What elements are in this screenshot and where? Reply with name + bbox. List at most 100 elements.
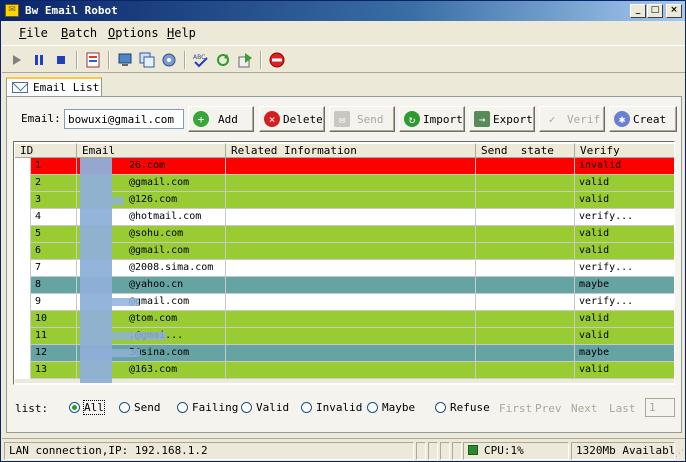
cell-id: 12 [31, 345, 77, 362]
pause-icon[interactable] [30, 51, 48, 69]
minimize-button[interactable]: _ [630, 4, 646, 18]
email-input[interactable]: bowuxi@gmail.com [64, 109, 184, 129]
row-selector[interactable] [15, 226, 31, 243]
filter-maybe-radio[interactable]: Maybe [367, 401, 415, 414]
cell-state [476, 243, 575, 260]
resize-grip-icon[interactable]: ⋰ [675, 449, 684, 459]
cell-info [226, 209, 476, 226]
stop-icon[interactable] [52, 51, 70, 69]
send-icon: ✉ [334, 111, 350, 127]
cell-state [476, 294, 575, 311]
row-selector[interactable] [15, 311, 31, 328]
row-selector[interactable] [15, 192, 31, 209]
row-selector[interactable] [15, 260, 31, 277]
menu-batch[interactable]: Batch [61, 26, 97, 40]
filter-invalid-label: Invalid [316, 401, 363, 414]
menu-file-label: ile [26, 26, 48, 40]
filter-all-radio[interactable]: All [69, 400, 105, 415]
cell-id: 13 [31, 362, 77, 379]
toolbar-separator [76, 51, 78, 69]
column-header-id[interactable]: ID [15, 143, 77, 158]
cell-verify: verify... [575, 294, 674, 311]
filter-failing-radio[interactable]: Failing [177, 401, 238, 414]
row-selector[interactable] [15, 158, 31, 175]
table-row[interactable]: 8 @yahoo.cn maybe [15, 277, 674, 294]
refresh-icon[interactable] [214, 51, 232, 69]
column-header-send-state[interactable]: Send state [476, 143, 575, 158]
pager-prev-button[interactable]: Prev [535, 402, 562, 415]
cell-id: 7 [31, 260, 77, 277]
report-icon[interactable] [84, 51, 102, 69]
cell-info [226, 311, 476, 328]
add-button[interactable]: + Add [188, 106, 254, 132]
table-row[interactable]: 1 26.com invalid [15, 158, 674, 175]
filter-refuse-radio[interactable]: Refuse [435, 401, 490, 414]
redaction-mask [112, 349, 140, 357]
filter-valid-radio[interactable]: Valid [241, 401, 289, 414]
row-selector[interactable] [15, 175, 31, 192]
settings-icon[interactable] [160, 51, 178, 69]
close-button[interactable]: × [666, 4, 682, 18]
cell-info [226, 260, 476, 277]
import-button[interactable]: ↻ Import [399, 106, 465, 132]
status-cpu: CPU:1% [463, 442, 569, 460]
create-button[interactable]: ✱ Creat [609, 106, 677, 132]
filter-invalid-radio[interactable]: Invalid [301, 401, 362, 414]
horizontal-scrollbar[interactable] [15, 379, 674, 383]
row-selector[interactable] [15, 277, 31, 294]
page-number-input[interactable]: 1 [645, 398, 675, 417]
app-window: ✉ Bw Email Robot _ □ × File Batch Option… [0, 0, 686, 462]
tab-email-list[interactable]: Email List [6, 77, 102, 97]
svg-text:ABC: ABC [193, 54, 205, 61]
radio-dot [241, 402, 252, 413]
block-icon[interactable] [268, 51, 286, 69]
play-icon[interactable] [8, 51, 26, 69]
filter-send-radio[interactable]: Send [119, 401, 161, 414]
copy-icon[interactable] [138, 51, 156, 69]
row-selector[interactable] [15, 345, 31, 362]
pager-last-button[interactable]: Last [609, 402, 636, 415]
maximize-button[interactable]: □ [647, 4, 663, 18]
table-row[interactable]: 10 @tom.com valid [15, 311, 674, 328]
table-row[interactable]: 2 @gmail.com valid [15, 175, 674, 192]
redaction-mask [112, 197, 124, 205]
export-button[interactable]: → Export [469, 106, 535, 132]
pager-first-button[interactable]: First [499, 402, 532, 415]
table-row[interactable]: 5 @sohu.com valid [15, 226, 674, 243]
cell-verify: valid [575, 311, 674, 328]
table-row[interactable]: 7 @2008.sima.com verify... [15, 260, 674, 277]
computer-icon[interactable] [116, 51, 134, 69]
cell-id: 8 [31, 277, 77, 294]
list-filter-label: list: [15, 402, 49, 415]
verify-button[interactable]: ✓ Verif [539, 106, 605, 132]
pager-next-button[interactable]: Next [571, 402, 598, 415]
verify-button-label: Verif [567, 112, 601, 126]
table-row[interactable]: 6 @gmail.com valid [15, 243, 674, 260]
column-header-email[interactable]: Email [77, 143, 226, 158]
check-icon[interactable]: ABC [192, 51, 210, 69]
row-selector[interactable] [15, 328, 31, 345]
column-header-related-info[interactable]: Related Information [226, 143, 476, 158]
send-button[interactable]: ✉ Send [329, 106, 395, 132]
table-row[interactable]: 13 @163.com valid [15, 362, 674, 379]
cell-id: 1 [31, 158, 77, 175]
row-selector[interactable] [15, 243, 31, 260]
row-selector[interactable] [15, 209, 31, 226]
cell-verify: invalid [575, 158, 674, 175]
menu-file[interactable]: File [19, 26, 48, 40]
email-label: Email: [21, 112, 61, 125]
table-row[interactable]: 4 @hotmail.com verify... [15, 209, 674, 226]
menu-help[interactable]: Help [167, 26, 196, 40]
import-button-label: Import [423, 112, 463, 126]
delete-button[interactable]: × Delete [259, 106, 325, 132]
status-pane [440, 442, 450, 460]
filter-valid-label: Valid [256, 401, 290, 414]
radio-dot [177, 402, 188, 413]
create-icon: ✱ [614, 111, 630, 127]
row-selector[interactable] [15, 362, 31, 379]
column-header-verify[interactable]: Verify [575, 143, 674, 158]
export-icon[interactable] [236, 51, 254, 69]
row-selector[interactable] [15, 294, 31, 311]
menu-options[interactable]: Options [108, 26, 159, 40]
radio-dot [69, 402, 80, 413]
